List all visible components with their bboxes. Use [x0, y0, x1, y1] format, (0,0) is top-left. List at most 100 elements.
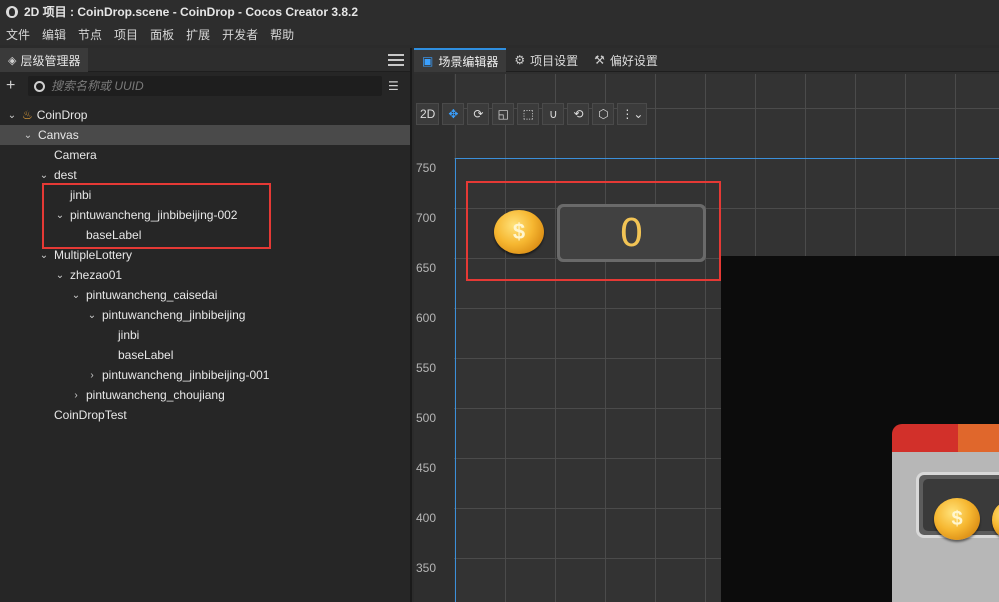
highlight-box-hierarchy [42, 183, 271, 249]
panel-menu-icon[interactable] [388, 52, 404, 68]
tree-node[interactable]: › pintuwancheng_jinbibeijing-001 [0, 365, 410, 385]
tree-node-label: pintuwancheng_jinbibeijing [102, 308, 246, 322]
grid-line-vertical [605, 74, 606, 602]
rotate-tool-icon[interactable]: ⟳ [467, 103, 490, 125]
tree-node[interactable]: CoinDropTest [0, 405, 410, 425]
tree-node[interactable]: ⌄ ♨ CoinDrop [0, 105, 410, 125]
tree-node[interactable]: ⌄ Canvas [0, 125, 410, 145]
chevron-down-icon[interactable]: ⌄ [6, 110, 18, 121]
ruler-tick-label: 450 [416, 461, 437, 475]
cocos-logo-icon [6, 5, 18, 18]
grid-line-vertical [655, 74, 656, 602]
highlight-box-scene [466, 181, 721, 281]
chevron-down-icon[interactable]: ⌄ [54, 270, 66, 281]
cube-icon[interactable]: ⬡ [592, 103, 615, 125]
tree-node[interactable]: › pintuwancheng_choujiang [0, 385, 410, 405]
chevron-down-icon[interactable]: ⌄ [38, 250, 50, 261]
scene-viewport[interactable]: 750700650600550500450400350300 $ 0 $ [414, 74, 999, 602]
chevron-right-icon[interactable]: › [86, 370, 98, 381]
rect-tool-icon[interactable]: ⬚ [517, 103, 540, 125]
more-tools-icon[interactable]: ⋮⌄ [617, 103, 648, 125]
tree-node-label: CoinDrop [36, 108, 88, 122]
menu-help[interactable]: 帮助 [270, 26, 294, 43]
tab-hierarchy-label: 层级管理器 [20, 54, 81, 68]
tools-icon: ⚒ [594, 53, 605, 67]
menu-extension[interactable]: 扩展 [186, 26, 210, 43]
tree-node-label: pintuwancheng_jinbibeijing-001 [102, 368, 270, 382]
tree-node[interactable]: ⌄ pintuwancheng_caisedai [0, 285, 410, 305]
menu-project[interactable]: 项目 [114, 26, 138, 43]
hierarchy-tree: ⌄ ♨ CoinDrop ⌄ Canvas Camera ⌄ dest jinbi ⌄ pintuw… [0, 105, 410, 425]
tree-node[interactable]: Camera [0, 145, 410, 165]
menu-node[interactable]: 节点 [78, 26, 102, 43]
pivot-icon[interactable]: ⟲ [567, 103, 590, 125]
grid-line-vertical [555, 74, 556, 602]
ruler-tick-label: 750 [416, 161, 437, 175]
tree-node-label: jinbi [118, 328, 140, 342]
ruler-tick-label: 350 [416, 561, 437, 575]
title-bar: 2D 项目 : CoinDrop.scene - CoinDrop - Coco… [0, 0, 999, 23]
ruler-tick-label: 600 [416, 311, 437, 325]
menu-edit[interactable]: 编辑 [42, 26, 66, 43]
chevron-down-icon[interactable]: ⌄ [22, 130, 34, 141]
ruler-tick-label: 700 [416, 211, 437, 225]
flame-icon: ♨ [22, 108, 33, 122]
chevron-right-icon[interactable]: › [70, 390, 82, 401]
menu-developer[interactable]: 开发者 [222, 26, 258, 43]
scene-tabbar: ▣ 场景编辑器 ⚙ 项目设置 ⚒ 偏好设置 [414, 48, 999, 72]
ruler-tick-label: 550 [416, 361, 437, 375]
menu-bar: 文件 编辑 节点 项目 面板 扩展 开发者 帮助 [0, 23, 999, 45]
hierarchy-search-input[interactable] [51, 79, 351, 93]
tree-node[interactable]: ⌄ pintuwancheng_jinbibeijing [0, 305, 410, 325]
canvas-bound-horizontal [455, 158, 999, 159]
tree-node-label: dest [54, 168, 77, 182]
tree-node[interactable]: jinbi [0, 325, 410, 345]
scene-icon: ▣ [422, 54, 434, 68]
tree-node-label: Canvas [38, 128, 79, 142]
tree-node[interactable]: baseLabel [0, 345, 410, 365]
chevron-down-icon[interactable]: ⌄ [70, 290, 82, 301]
menu-file[interactable]: 文件 [6, 26, 30, 43]
grid-line-vertical [505, 74, 506, 602]
hierarchy-panel: ◈ 层级管理器 + ☰ ⌄♨CoinDrop⌄CanvasCamera⌄dest… [0, 47, 412, 602]
hierarchy-search-row: + ☰ [0, 72, 410, 100]
tree-node-label: zhezao01 [70, 268, 123, 282]
tree-node[interactable]: ⌄ dest [0, 165, 410, 185]
tree-node-label: pintuwancheng_choujiang [86, 388, 225, 402]
mode-2d-button[interactable]: 2D [416, 103, 440, 125]
scale-tool-icon[interactable]: ◱ [492, 103, 515, 125]
hierarchy-tabbar: ◈ 层级管理器 [0, 47, 410, 72]
ruler-tick-label: 500 [416, 411, 437, 425]
gear-icon: ⚙ [514, 53, 526, 67]
scene-editor-panel: ▣ 场景编辑器 ⚙ 项目设置 ⚒ 偏好设置 750 700 650 600 550 500… [414, 48, 999, 602]
tab-preferences-label: 偏好设置 [609, 53, 658, 68]
chevron-down-icon[interactable]: ⌄ [86, 310, 98, 321]
tab-scene-editor[interactable]: ▣ 场景编辑器 [414, 48, 507, 72]
tab-project-settings-label: 项目设置 [530, 53, 579, 68]
ruler-tick-label: 650 [416, 261, 437, 275]
sort-icon[interactable]: ☰ [388, 79, 404, 93]
lottery-coin-icon: $ [934, 498, 980, 540]
tree-node-label: Camera [54, 148, 97, 162]
menu-panel[interactable]: 面板 [150, 26, 174, 43]
canvas-bound-vertical [455, 158, 456, 602]
tab-project-settings[interactable]: ⚙ 项目设置 [506, 48, 586, 72]
ruler-tick-label: 400 [416, 511, 437, 525]
tab-preferences[interactable]: ⚒ 偏好设置 [586, 48, 666, 72]
move-tool-icon[interactable]: ✥ [442, 103, 465, 125]
tree-node-label: baseLabel [118, 348, 174, 362]
tab-hierarchy[interactable]: ◈ 层级管理器 [0, 47, 89, 72]
window-title: 2D 项目 : CoinDrop.scene - CoinDrop - Coco… [24, 5, 359, 19]
tree-node[interactable]: ⌄ zhezao01 [0, 265, 410, 285]
lottery-node-preview[interactable]: $ [892, 424, 999, 602]
lottery-coin-symbol: $ [951, 507, 963, 530]
add-node-icon[interactable]: + [6, 78, 22, 94]
snap-magnet-icon[interactable]: ∪ [542, 103, 565, 125]
tree-node-label: CoinDropTest [54, 408, 127, 422]
lottery-header-orange [958, 424, 999, 452]
tab-scene-editor-label: 场景编辑器 [438, 54, 499, 69]
tree-node-label: pintuwancheng_caisedai [86, 288, 218, 302]
grid-line-vertical [705, 74, 706, 602]
chevron-down-icon[interactable]: ⌄ [38, 170, 50, 181]
hierarchy-search-box[interactable] [28, 76, 382, 96]
